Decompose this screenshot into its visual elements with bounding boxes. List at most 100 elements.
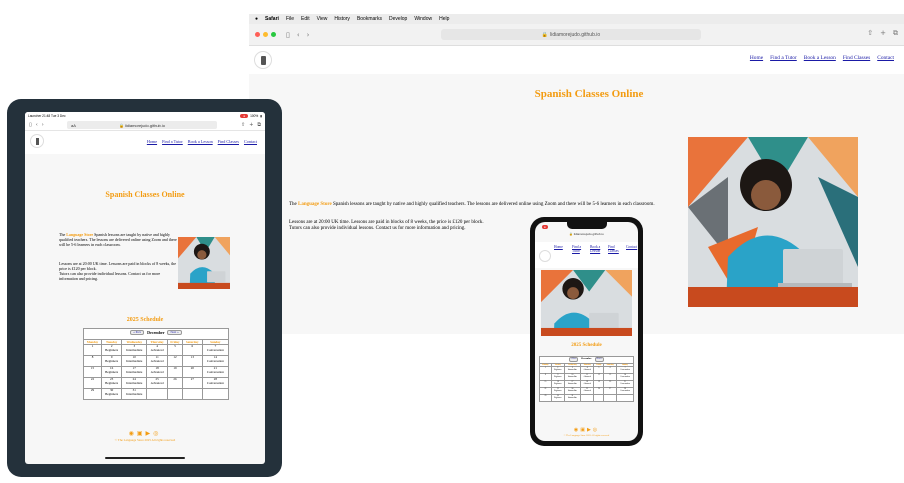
calendar-day-cell[interactable]: 5 [167,344,183,356]
calendar-day-cell[interactable]: 14 Conversation [201,355,230,367]
sidebar-icon[interactable]: ▯ [286,31,290,39]
calendar-day-cell[interactable]: 24 Intermediate [121,377,148,389]
share-icon[interactable]: ⇧ [867,29,873,38]
nav-book-lesson[interactable]: Book a Lesson [804,55,836,61]
calendar-day-cell[interactable]: 29 [83,388,102,400]
calendar-day-cell[interactable]: 23 Beginners [550,387,565,395]
calendar-day-cell[interactable]: 10 Intermediate [563,373,581,381]
calendar-day-cell[interactable]: 6 [181,344,203,356]
calendar-day-cell[interactable]: 20 [603,380,618,388]
ipad-nav-find-tutor[interactable]: Find a Tutor [162,139,183,144]
calendar-day-cell[interactable]: 18 Advanced [579,380,595,388]
iphone-nav-contact[interactable]: Contact [626,245,638,253]
forward-icon[interactable]: › [307,31,310,39]
calendar-day-cell[interactable]: 15 [539,380,552,388]
calendar-day-cell[interactable]: 31 Intermediate [563,394,581,402]
calendar-day-cell[interactable]: 4 Advanced [579,366,595,374]
iphone-nav-home[interactable]: Home [554,245,568,253]
calendar-day-cell[interactable]: 8 [83,355,102,367]
apple-icon[interactable]: ● [255,16,258,22]
calendar-day-cell[interactable]: 12 [593,373,605,381]
calendar-day-cell[interactable]: 2 Beginners [100,344,123,356]
menu-develop[interactable]: Develop [389,16,407,22]
calendar-day-cell[interactable]: 7 Conversation [616,366,634,374]
calendar-day-cell[interactable]: 11 Advanced [146,355,169,367]
close-window-button[interactable] [255,32,260,37]
menu-app-name[interactable]: Safari [265,16,279,22]
instagram-icon[interactable]: ◎ [593,427,599,433]
calendar-day-cell[interactable]: 7 Conversation [201,344,230,356]
calendar-day-cell[interactable]: 29 [539,394,552,402]
calendar-day-cell[interactable]: 1 [83,344,102,356]
menu-edit[interactable]: Edit [301,16,310,22]
instagram-icon[interactable]: ◎ [153,430,161,437]
menu-help[interactable]: Help [439,16,449,22]
calendar-day-cell[interactable]: 17 Intermediate [121,366,148,378]
ipad-new-tab-icon[interactable]: + [249,122,253,128]
iphone-nav-book-lesson[interactable]: Book a Lesson [590,245,604,253]
calendar-day-cell[interactable]: 1 [539,366,552,374]
iphone-nav-find-classes[interactable]: Find Classes [608,245,622,253]
calendar-day-cell[interactable]: 23 Beginners [100,377,123,389]
calendar-day-cell[interactable]: 19 [593,380,605,388]
calendar-day-cell[interactable]: 8 [539,373,552,381]
ipad-share-icon[interactable]: ⇧ [241,122,245,128]
iphone-prev-month-button[interactable]: « Prev [569,357,579,362]
calendar-day-cell[interactable]: 28 Conversation [201,377,230,389]
calendar-day-cell[interactable]: 15 [83,366,102,378]
calendar-day-cell[interactable]: 22 [83,377,102,389]
calendar-day-cell[interactable]: 6 [603,366,618,374]
nav-contact[interactable]: Contact [877,55,894,61]
ipad-address-bar[interactable]: aA 🔒 lidiamorejudo.github.io [67,121,217,129]
calendar-day-cell[interactable]: 4 Advanced [146,344,169,356]
ipad-next-month-button[interactable]: Next » [167,329,182,336]
menu-history[interactable]: History [334,16,350,22]
tabs-overview-icon[interactable]: ⧉ [893,29,898,38]
calendar-day-cell[interactable]: 31 Intermediate [121,388,148,400]
calendar-day-cell[interactable]: 28 Conversation [616,387,634,395]
calendar-day-cell[interactable]: 25 Advanced [146,377,169,389]
ipad-nav-home[interactable]: Home [147,139,157,144]
iphone-next-month-button[interactable]: Next » [594,357,604,362]
calendar-day-cell[interactable]: 24 Intermediate [563,387,581,395]
menu-file[interactable]: File [286,16,294,22]
ipad-nav-book-lesson[interactable]: Book a Lesson [188,139,213,144]
calendar-day-cell[interactable]: 25 Advanced [579,387,595,395]
zoom-window-button[interactable] [271,32,276,37]
calendar-day-cell[interactable]: 12 [167,355,183,367]
calendar-day-cell[interactable]: 30 Beginners [550,394,565,402]
calendar-day-cell[interactable]: 20 [181,366,203,378]
twitter-icon[interactable]: ▣ [137,430,146,437]
calendar-day-cell[interactable]: 27 [181,377,203,389]
calendar-day-cell[interactable]: 22 [539,387,552,395]
calendar-day-cell[interactable]: 18 Advanced [146,366,169,378]
nav-home[interactable]: Home [750,55,763,61]
ipad-back-icon[interactable]: ‹ [36,122,38,128]
address-bar[interactable]: 🔒 lidiamorejudo.github.io [441,29,701,40]
calendar-day-cell[interactable]: 13 [603,373,618,381]
calendar-day-cell[interactable]: 9 Beginners [550,373,565,381]
calendar-day-cell[interactable]: 5 [593,366,605,374]
new-tab-icon[interactable]: + [880,29,886,38]
iphone-address-bar[interactable]: 🔒 lidiamorejudo.github.io [545,232,628,238]
calendar-day-cell[interactable]: 21 Conversation [201,366,230,378]
youtube-icon[interactable]: ▶ [146,430,154,437]
ipad-site-logo[interactable] [30,134,44,148]
nav-find-tutor[interactable]: Find a Tutor [770,55,797,61]
calendar-day-cell[interactable]: 30 Beginners [100,388,123,400]
calendar-day-cell[interactable]: 3 Intermediate [563,366,581,374]
calendar-day-cell[interactable]: 13 [181,355,203,367]
calendar-day-cell[interactable]: 17 Intermediate [563,380,581,388]
calendar-day-cell[interactable]: 26 [167,377,183,389]
calendar-day-cell[interactable]: 11 Advanced [579,373,595,381]
ipad-nav-find-classes[interactable]: Find Classes [218,139,239,144]
calendar-day-cell[interactable]: 10 Intermediate [121,355,148,367]
ipad-sidebar-icon[interactable]: ▯ [29,122,32,128]
minimize-window-button[interactable] [263,32,268,37]
calendar-day-cell[interactable]: 2 Beginners [550,366,565,374]
calendar-day-cell[interactable]: 16 Beginners [550,380,565,388]
back-icon[interactable]: ‹ [297,31,300,39]
calendar-day-cell[interactable]: 3 Intermediate [121,344,148,356]
nav-find-classes[interactable]: Find Classes [843,55,870,61]
facebook-icon[interactable]: ◉ [129,430,137,437]
